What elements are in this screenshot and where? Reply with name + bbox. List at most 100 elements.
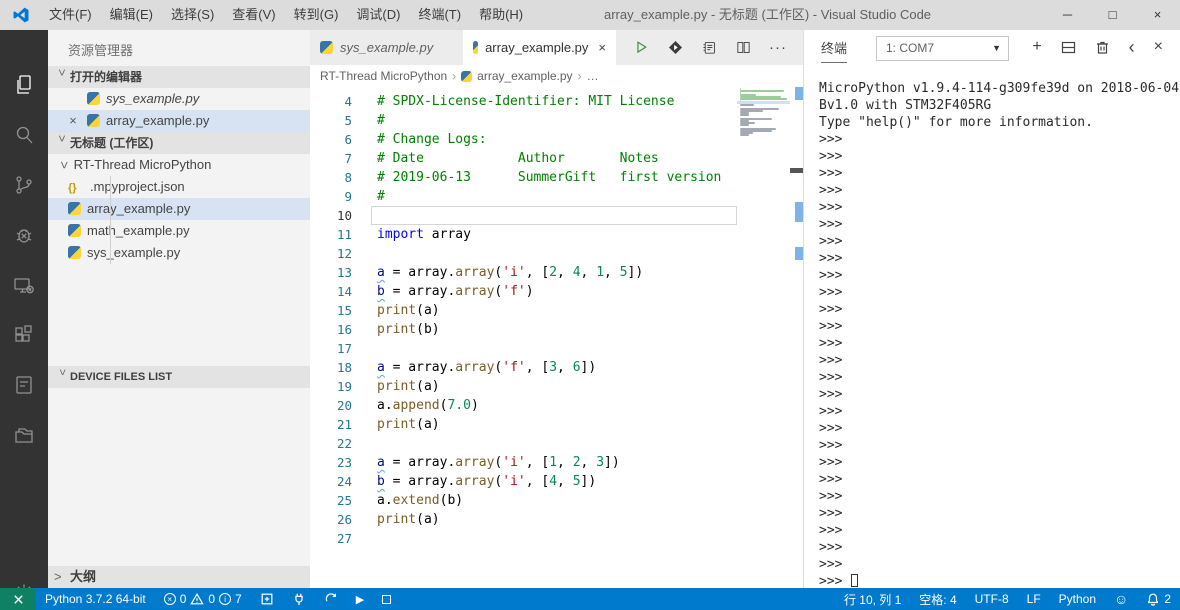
menu-item[interactable]: 文件(F) — [40, 7, 101, 22]
notebook-icon[interactable] — [0, 365, 48, 405]
code-line-19[interactable]: 19 print(a) — [310, 377, 737, 396]
sync-button[interactable] — [315, 588, 347, 610]
code-line-21[interactable]: 21 print(a) — [310, 415, 737, 434]
connect-device-button[interactable] — [283, 588, 315, 610]
terminal-prompt: >>> — [819, 234, 843, 249]
device-files-header[interactable]: > DEVICE FILES LIST — [48, 366, 310, 388]
code-line-13[interactable]: 13 a = array.array('i', [2, 4, 1, 5]) — [310, 263, 737, 282]
terminal-input-line[interactable]: >>> — [819, 573, 1180, 588]
remote-indicator[interactable] — [0, 588, 36, 610]
code-line-27[interactable]: 27 — [310, 529, 737, 548]
cursor-position-status[interactable]: 行 10, 列 1 — [835, 588, 910, 610]
code-line-14[interactable]: 14 b = array.array('f') — [310, 282, 737, 301]
editor-group: sys_example.py array_example.py × ··· RT… — [310, 30, 803, 588]
tab-sys-example[interactable]: sys_example.py — [310, 30, 463, 65]
language-status[interactable]: Python — [1050, 588, 1105, 610]
code-line-10[interactable]: 10 — [310, 206, 737, 225]
menu-item[interactable]: 转到(G) — [285, 7, 348, 22]
tree-item-sys-example-py[interactable]: sys_example.py — [48, 242, 310, 264]
close-button[interactable]: × — [1135, 0, 1180, 30]
terminal-tab[interactable]: 终端 — [821, 38, 848, 63]
problems-status[interactable]: × 0 0 i 7 — [155, 588, 251, 610]
menu-item[interactable]: 调试(D) — [347, 7, 409, 22]
terminal-select[interactable]: 1: COM7 ▼ — [876, 36, 1009, 61]
search-icon[interactable] — [0, 115, 48, 155]
python-file-icon — [473, 41, 479, 54]
minimap[interactable] — [737, 87, 790, 588]
code-editor[interactable]: 3#4# SPDX-License-Identifier: MIT Licens… — [310, 87, 803, 588]
bell-icon — [1148, 593, 1159, 606]
tree-item-math-example-py[interactable]: math_example.py — [48, 220, 310, 242]
tree-item--mpyproject-json[interactable]: {} .mpyproject.json — [48, 176, 310, 198]
memory-chip-icon[interactable] — [701, 39, 718, 56]
code-line-6[interactable]: 6 # Change Logs: — [310, 130, 737, 149]
open-editor-item[interactable]: sys_example.py — [48, 88, 310, 110]
tab-array-example[interactable]: array_example.py × — [463, 30, 616, 65]
line-number: 8 — [344, 170, 352, 185]
terminal-prompt: >>> — [819, 268, 843, 283]
debug-icon[interactable] — [0, 215, 48, 255]
open-editors-header[interactable]: >打开的编辑器 — [48, 66, 310, 88]
encoding-status[interactable]: UTF-8 — [966, 588, 1018, 610]
code-line-25[interactable]: 25 a.extend(b) — [310, 491, 737, 510]
maximize-button[interactable]: □ — [1090, 0, 1135, 30]
extensions-icon[interactable] — [0, 315, 48, 355]
terminal-prompt: >>> — [819, 438, 843, 453]
code-line-8[interactable]: 8 # 2019-06-13 SummerGift first version — [310, 168, 737, 187]
kill-terminal-icon[interactable] — [1095, 40, 1110, 55]
feedback-smiley-icon[interactable]: ☺ — [1105, 588, 1137, 610]
breadcrumb[interactable]: RT-Thread MicroPython › array_example.py… — [310, 65, 803, 87]
menu-item[interactable]: 终端(T) — [409, 7, 470, 22]
more-actions-icon[interactable]: ··· — [769, 39, 787, 56]
tab-close-icon[interactable]: × — [598, 40, 606, 55]
code-line-11[interactable]: 11 import array — [310, 225, 737, 244]
remote-device-icon[interactable] — [0, 265, 48, 305]
tree-item-array-example-py[interactable]: array_example.py — [48, 198, 310, 220]
code-line-26[interactable]: 26 print(a) — [310, 510, 737, 529]
terminal-prompt: >>> — [819, 251, 843, 266]
code-line-20[interactable]: 20 a.append(7.0) — [310, 396, 737, 415]
code-line-18[interactable]: 18 a = array.array('f', [3, 6]) — [310, 358, 737, 377]
minimize-button[interactable]: ─ — [1045, 0, 1090, 30]
folders-icon[interactable] — [0, 415, 48, 455]
workspace-header[interactable]: >无标题 (工作区) — [48, 132, 310, 154]
code-line-5[interactable]: 5 # — [310, 111, 737, 130]
new-terminal-icon[interactable]: + — [1032, 39, 1041, 55]
code-line-17[interactable]: 17 — [310, 339, 737, 358]
indent-status[interactable]: 空格: 4 — [910, 588, 965, 610]
code-line-22[interactable]: 22 — [310, 434, 737, 453]
close-panel-icon[interactable]: × — [1154, 39, 1163, 55]
menu-item[interactable]: 选择(S) — [162, 7, 223, 22]
explorer-icon[interactable] — [0, 65, 48, 105]
code-line-7[interactable]: 7 # Date Author Notes — [310, 149, 737, 168]
split-editor-icon[interactable] — [735, 39, 752, 56]
run-file-icon[interactable] — [633, 39, 650, 56]
collapse-panel-icon[interactable]: ‹ — [1129, 38, 1135, 56]
open-editor-item[interactable]: × array_example.py — [48, 110, 310, 132]
menu-item[interactable]: 编辑(E) — [101, 7, 162, 22]
menu-item[interactable]: 查看(V) — [223, 7, 284, 22]
eol-status[interactable]: LF — [1018, 588, 1050, 610]
notifications-bell[interactable]: 2 — [1137, 588, 1180, 610]
source-control-icon[interactable] — [0, 165, 48, 205]
panel-header: 终端 1: COM7 ▼ + ‹ × — [804, 30, 1180, 64]
outline-header[interactable]: > 大纲 — [48, 566, 310, 588]
code-line-4[interactable]: 4 # SPDX-License-Identifier: MIT License — [310, 92, 737, 111]
close-editor-icon[interactable]: × — [64, 110, 82, 132]
code-line-15[interactable]: 15 print(a) — [310, 301, 737, 320]
code-line-24[interactable]: 24 b = array.array('i', [4, 5]) — [310, 472, 737, 491]
code-line-23[interactable]: 23 a = array.array('i', [1, 2, 3]) — [310, 453, 737, 472]
code-line-12[interactable]: 12 — [310, 244, 737, 263]
tree-item-rt-thread-micropython[interactable]: > RT-Thread MicroPython — [48, 154, 310, 176]
terminal-output[interactable]: MicroPython v1.9.4-114-g309fe39d on 2018… — [804, 72, 1180, 588]
code-line-9[interactable]: 9 # — [310, 187, 737, 206]
stop-button[interactable] — [373, 588, 400, 610]
errors-icon: × — [163, 593, 176, 605]
code-line-16[interactable]: 16 print(b) — [310, 320, 737, 339]
run-button[interactable]: ▶ — [347, 588, 373, 610]
new-project-button[interactable] — [251, 588, 283, 610]
split-terminal-icon[interactable] — [1061, 40, 1076, 55]
python-interpreter-status[interactable]: Python 3.7.2 64-bit — [36, 588, 155, 610]
menu-item[interactable]: 帮助(H) — [470, 7, 532, 22]
download-to-device-icon[interactable] — [667, 39, 684, 56]
